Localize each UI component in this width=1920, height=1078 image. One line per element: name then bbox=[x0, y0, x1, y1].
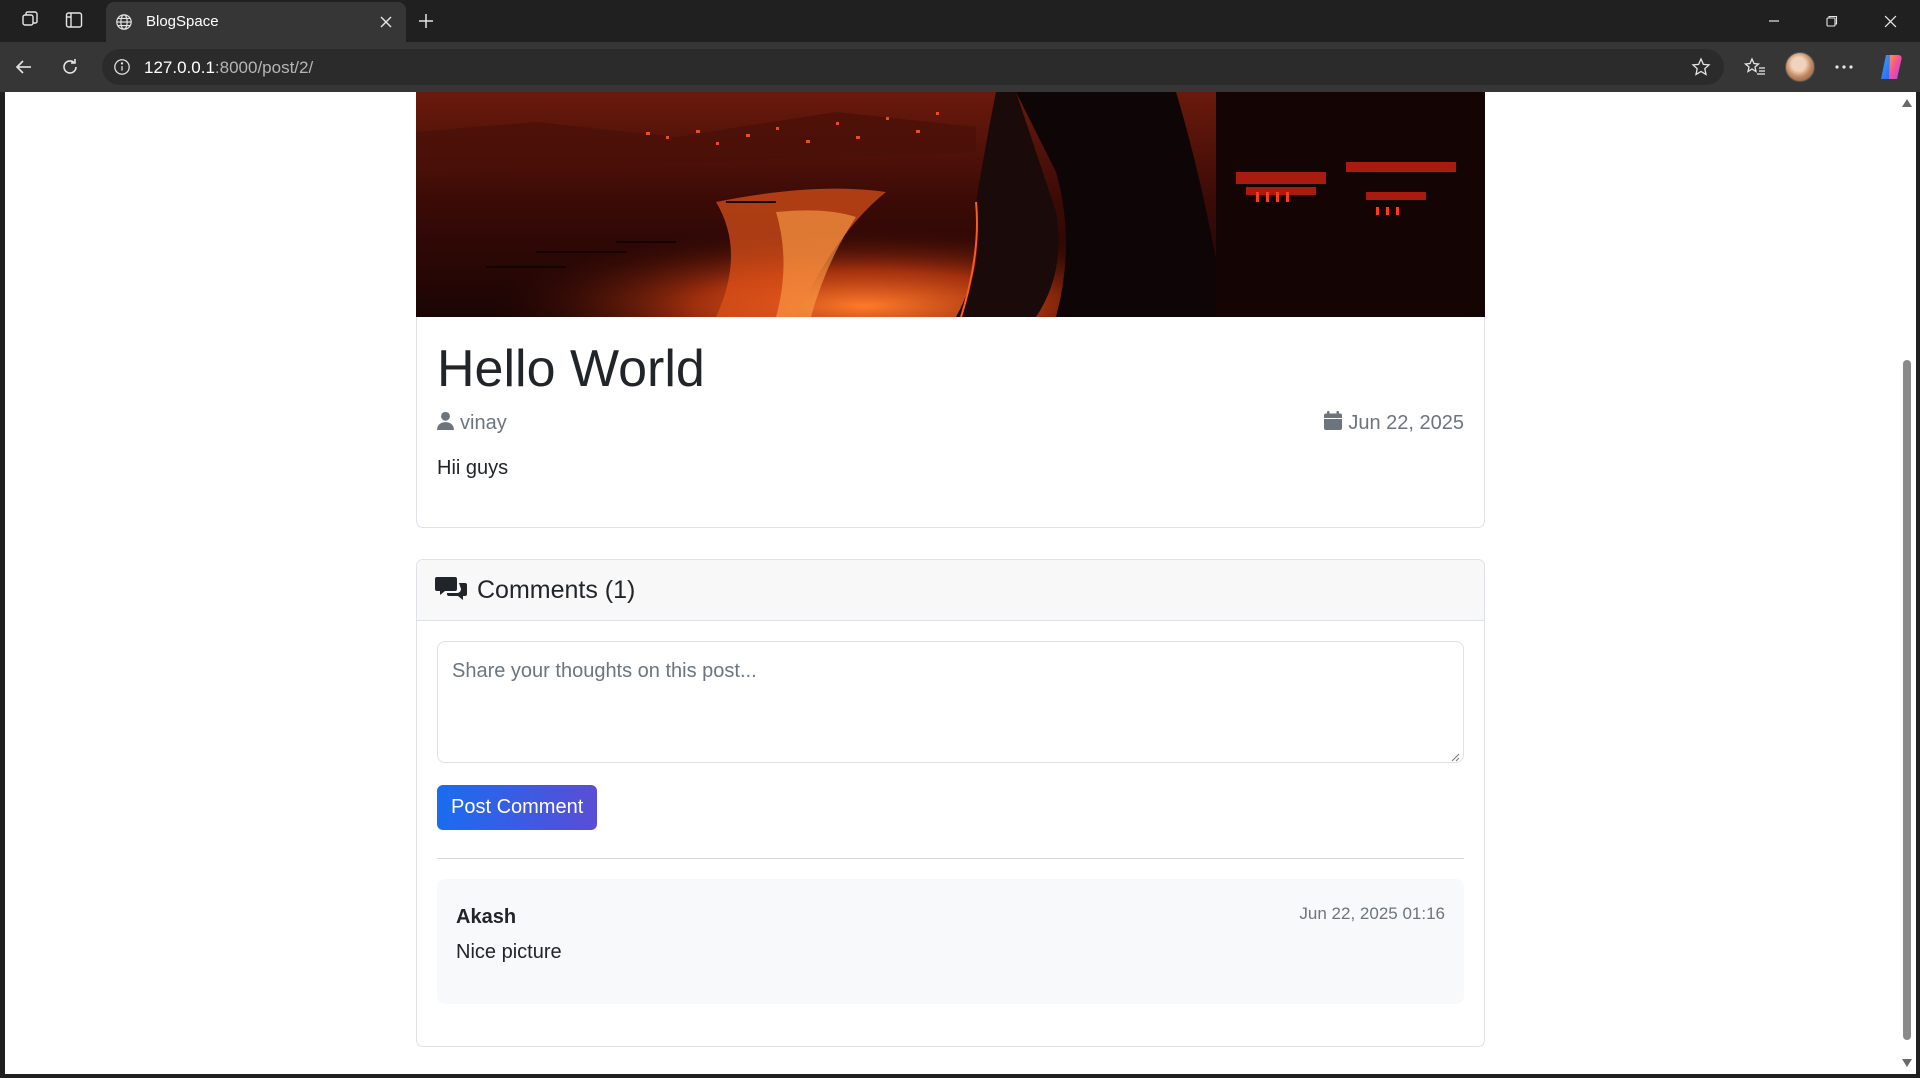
vertical-tabs-icon[interactable] bbox=[58, 6, 90, 34]
restore-icon[interactable] bbox=[1803, 0, 1861, 42]
comments-card: Comments (1) Post Comment Akash Jun 22, … bbox=[416, 559, 1485, 1047]
avatar[interactable] bbox=[1785, 52, 1815, 82]
post-card: Hello World vinay Jun 22, 2025 Hii guys bbox=[416, 92, 1485, 528]
tab-bar: BlogSpace bbox=[0, 0, 1920, 42]
post-author-name: vinay bbox=[460, 412, 507, 434]
post-author: vinay bbox=[437, 411, 507, 436]
post-meta: vinay Jun 22, 2025 bbox=[437, 407, 1464, 441]
close-window-icon[interactable] bbox=[1861, 0, 1919, 42]
address-bar[interactable]: 127.0.0.1:8000/post/2/ bbox=[102, 49, 1724, 85]
refresh-icon[interactable] bbox=[54, 51, 86, 83]
scroll-up-icon[interactable] bbox=[1902, 98, 1912, 108]
plus-icon[interactable] bbox=[410, 5, 442, 37]
post-body: Hello World vinay Jun 22, 2025 Hii guys bbox=[437, 317, 1464, 480]
favorites-icon[interactable] bbox=[1739, 51, 1771, 83]
divider bbox=[437, 858, 1464, 859]
comment-item: Akash Jun 22, 2025 01:16 Nice picture bbox=[437, 879, 1464, 1004]
main-content: Hello World vinay Jun 22, 2025 Hii guys … bbox=[416, 92, 1485, 1047]
comments-icon bbox=[435, 575, 467, 606]
tab-title: BlogSpace bbox=[146, 13, 219, 30]
url-host: 127.0.0.1 bbox=[144, 58, 215, 77]
post-date: Jun 22, 2025 bbox=[1324, 411, 1464, 436]
comment-timestamp: Jun 22, 2025 01:16 bbox=[1299, 904, 1445, 923]
workspaces-icon[interactable] bbox=[14, 6, 46, 34]
comments-title: Comments (1) bbox=[477, 575, 636, 604]
post-date-text: Jun 22, 2025 bbox=[1348, 412, 1464, 434]
post-image bbox=[416, 92, 1485, 317]
post-comment-button[interactable]: Post Comment bbox=[437, 785, 598, 830]
copilot-icon[interactable] bbox=[1877, 53, 1907, 81]
scrollbar-thumb[interactable] bbox=[1903, 360, 1911, 1040]
minimize-icon[interactable] bbox=[1745, 0, 1803, 42]
comments-header: Comments (1) bbox=[417, 560, 1484, 621]
tab-blogspace[interactable]: BlogSpace bbox=[106, 2, 406, 42]
resize-grip-icon[interactable] bbox=[1450, 749, 1460, 762]
user-icon bbox=[437, 411, 454, 436]
post-title: Hello World bbox=[437, 340, 705, 398]
url-path: :8000/post/2/ bbox=[214, 58, 314, 77]
page-viewport: Hello World vinay Jun 22, 2025 Hii guys … bbox=[5, 92, 1898, 1074]
comment-author: Akash bbox=[456, 906, 517, 928]
info-icon[interactable] bbox=[110, 55, 134, 79]
comment-text: Nice picture bbox=[456, 941, 562, 963]
calendar-icon bbox=[1324, 411, 1343, 436]
browser-toolbar: 127.0.0.1:8000/post/2/ bbox=[0, 42, 1920, 92]
comment-form: Post Comment bbox=[437, 641, 1464, 830]
comment-input[interactable] bbox=[437, 641, 1464, 763]
scroll-down-icon[interactable] bbox=[1902, 1058, 1912, 1068]
url-text[interactable]: 127.0.0.1:8000/post/2/ bbox=[144, 58, 313, 78]
back-icon[interactable] bbox=[8, 51, 40, 83]
star-icon[interactable] bbox=[1688, 54, 1714, 80]
more-icon[interactable] bbox=[1828, 51, 1860, 83]
globe-icon bbox=[112, 10, 136, 34]
close-icon[interactable] bbox=[374, 10, 398, 34]
page-scrollbar[interactable] bbox=[1898, 92, 1916, 1074]
post-content: Hii guys bbox=[437, 457, 509, 479]
